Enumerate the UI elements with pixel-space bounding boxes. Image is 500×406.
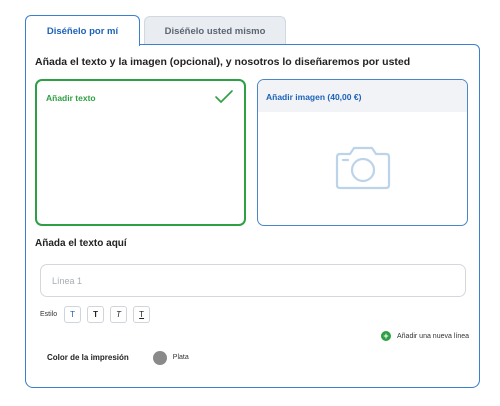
- checkmark-icon: [214, 89, 234, 110]
- text-line-1-input[interactable]: [40, 264, 466, 297]
- color-swatch-label: Plata: [172, 354, 189, 361]
- style-normal-button[interactable]: T: [64, 305, 82, 323]
- add-new-line-label: Añadir una nueva línea: [397, 332, 469, 340]
- print-color-row: Color de la impresión Plata: [47, 349, 189, 366]
- style-label: Estilo: [40, 310, 58, 318]
- panel-heading: Añada el texto y la imagen (opcional), y…: [35, 56, 411, 68]
- design-panel: Añada el texto y la imagen (opcional), y…: [25, 44, 480, 388]
- style-toolbar: Estilo T T T T: [40, 304, 156, 324]
- tab-design-yourself[interactable]: Diséñelo usted mismo: [144, 16, 286, 45]
- add-text-card-title: Añadir texto: [46, 93, 96, 103]
- tab-design-for-me[interactable]: Diséñelo por mí: [25, 15, 140, 46]
- add-image-card-title: Añadir imagen (40,00 €): [266, 92, 362, 102]
- text-section-heading: Añada el texto aquí: [35, 238, 127, 249]
- color-swatch-silver[interactable]: [152, 350, 167, 365]
- plus-circle-icon: +: [381, 331, 391, 341]
- add-image-card[interactable]: Añadir imagen (40,00 €): [257, 79, 468, 226]
- add-text-card[interactable]: Añadir texto: [35, 79, 246, 226]
- print-color-label: Color de la impresión: [47, 353, 129, 362]
- style-underline-button[interactable]: T: [133, 305, 151, 323]
- camera-icon: [333, 143, 393, 196]
- add-new-line-link[interactable]: + Añadir una nueva línea: [381, 331, 469, 341]
- style-bold-button[interactable]: T: [87, 305, 105, 323]
- style-italic-button[interactable]: T: [110, 305, 128, 323]
